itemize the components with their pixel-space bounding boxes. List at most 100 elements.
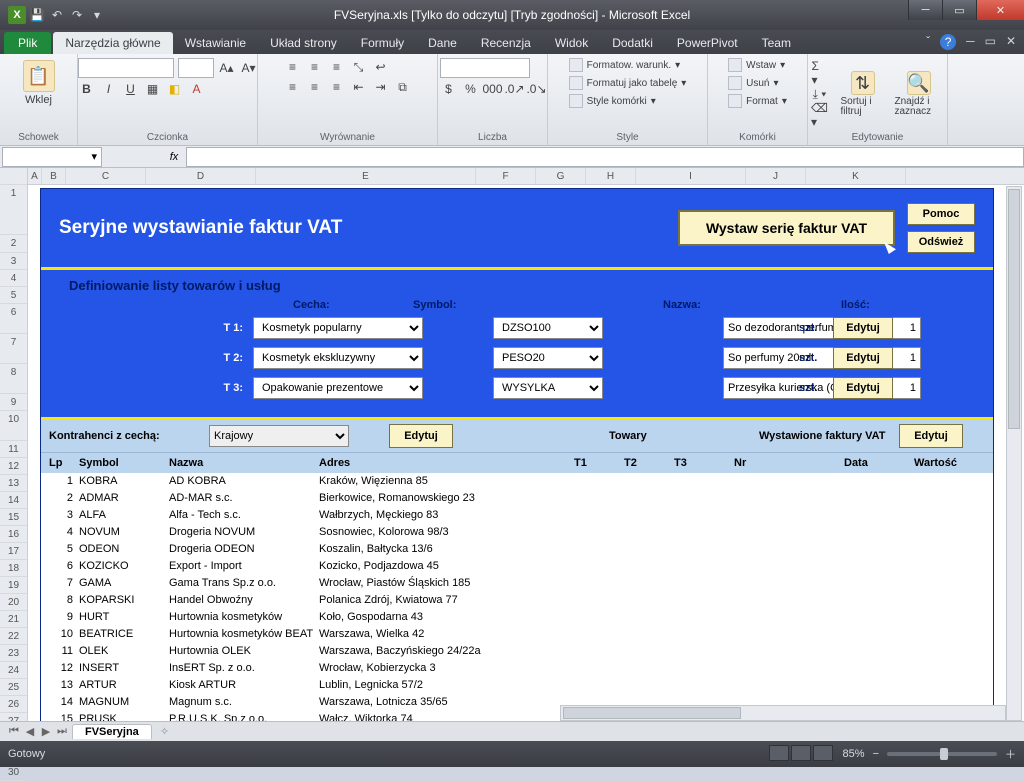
vertical-scrollbar[interactable] [1006, 186, 1022, 721]
t2-cecha-select[interactable]: Kosmetyk ekskluzywny [253, 347, 423, 369]
refresh-button[interactable]: Odśwież [907, 231, 975, 253]
help-icon[interactable]: ? [940, 34, 956, 50]
sort-filter-button[interactable]: ⇅Sortuj i filtruj [839, 69, 887, 119]
table-row[interactable]: 10BEATRICEHurtownia kosmetyków BEATWarsz… [41, 626, 993, 643]
t1-symbol-select[interactable]: DZSO100 [493, 317, 603, 339]
merge-icon[interactable]: ⧉ [394, 78, 412, 96]
table-row[interactable]: 7GAMAGama Trans Sp.z o.o.Wrocław, Piastó… [41, 575, 993, 592]
tab-home[interactable]: Narzędzia główne [53, 32, 172, 54]
qat-undo-icon[interactable]: ↶ [48, 6, 66, 24]
name-box[interactable]: ▾ [2, 147, 102, 167]
table-row[interactable]: 8KOPARSKIHandel ObwoźnyPolanica Zdrój, K… [41, 592, 993, 609]
find-select-button[interactable]: 🔍Znajdź i zaznacz [893, 69, 945, 119]
increase-indent-icon[interactable]: ⇥ [372, 78, 390, 96]
align-center-icon[interactable]: ≡ [306, 78, 324, 96]
table-row[interactable]: 5ODEONDrogeria ODEONKoszalin, Bałtycka 1… [41, 541, 993, 558]
table-row[interactable]: 11OLEKHurtownia OLEKWarszawa, Baczyńskie… [41, 643, 993, 660]
close-button[interactable]: ✕ [976, 0, 1024, 20]
autosum-icon[interactable]: Σ ▾ [811, 64, 829, 82]
align-middle-icon[interactable]: ≡ [306, 58, 324, 76]
tab-view[interactable]: Widok [543, 32, 600, 54]
italic-icon[interactable]: I [100, 80, 118, 98]
formula-input[interactable] [186, 147, 1024, 167]
decrease-indent-icon[interactable]: ⇤ [350, 78, 368, 96]
zoom-in-icon[interactable]: ＋ [1005, 746, 1016, 762]
new-sheet-icon[interactable]: ✧ [154, 725, 175, 738]
tab-data[interactable]: Dane [416, 32, 469, 54]
tab-formulas[interactable]: Formuły [349, 32, 416, 54]
zoom-slider[interactable] [887, 752, 997, 756]
table-row[interactable]: 9HURTHurtownia kosmetykówKoło, Gospodarn… [41, 609, 993, 626]
tab-page-layout[interactable]: Układ strony [258, 32, 349, 54]
conditional-formatting-button[interactable]: Formatow. warunk. ▾ [569, 58, 687, 72]
qat-customize-icon[interactable]: ▾ [88, 6, 106, 24]
percent-icon[interactable]: % [462, 80, 480, 98]
tab-addins[interactable]: Dodatki [600, 32, 665, 54]
view-buttons[interactable] [769, 745, 835, 764]
workbook-close-icon[interactable]: ✕ [1006, 34, 1016, 50]
font-combo[interactable] [78, 58, 174, 78]
fill-color-icon[interactable]: ◧ [166, 80, 184, 98]
help-button[interactable]: Pomoc [907, 203, 975, 225]
align-bottom-icon[interactable]: ≡ [328, 58, 346, 76]
paste-button[interactable]: 📋Wklej [19, 58, 59, 108]
t1-edit-button[interactable]: Edytuj [833, 317, 893, 339]
underline-icon[interactable]: U [122, 80, 140, 98]
horizontal-scrollbar[interactable] [560, 705, 1006, 721]
cells-format-button[interactable]: Format ▾ [728, 94, 787, 108]
kontrahenci-select[interactable]: Krajowy [209, 425, 349, 447]
decrease-decimal-icon[interactable]: .0↘ [528, 80, 546, 98]
wrap-text-icon[interactable]: ↩ [372, 58, 390, 76]
tab-review[interactable]: Recenzja [469, 32, 543, 54]
t1-cecha-select[interactable]: Kosmetyk popularny [253, 317, 423, 339]
t2-symbol-select[interactable]: PESO20 [493, 347, 603, 369]
maximize-button[interactable]: ▭ [942, 0, 976, 20]
qat-redo-icon[interactable]: ↷ [68, 6, 86, 24]
qat-save-icon[interactable]: 💾 [28, 6, 46, 24]
clear-icon[interactable]: ⌫ ▾ [811, 106, 829, 124]
font-color-icon[interactable]: A [188, 80, 206, 98]
workbook-restore-icon[interactable]: ▭ [985, 34, 996, 50]
shrink-font-icon[interactable]: A▾ [240, 59, 258, 77]
row-headers[interactable]: 1234567891011121314151617181920212223242… [0, 168, 28, 741]
tab-team[interactable]: Team [750, 32, 803, 54]
table-row[interactable]: 6KOZICKOExport - ImportKozicko, Podjazdo… [41, 558, 993, 575]
table-row[interactable]: 4NOVUMDrogeria NOVUMSosnowiec, Kolorowa … [41, 524, 993, 541]
zoom-level[interactable]: 85% [843, 748, 865, 760]
align-left-icon[interactable]: ≡ [284, 78, 302, 96]
t3-edit-button[interactable]: Edytuj [833, 377, 893, 399]
table-row[interactable]: 13ARTURKiosk ARTURLublin, Legnicka 57/2 [41, 677, 993, 694]
t3-cecha-select[interactable]: Opakowanie prezentowe [253, 377, 423, 399]
tab-insert[interactable]: Wstawianie [173, 32, 258, 54]
table-row[interactable]: 3ALFAAlfa - Tech s.c.Wałbrzych, Męckiego… [41, 507, 993, 524]
ribbon-minimize-icon[interactable]: ˇ [926, 34, 930, 50]
tab-nav-last-icon[interactable]: ⏭ [54, 725, 70, 738]
faktury-edit-button[interactable]: Edytuj [899, 424, 963, 448]
align-right-icon[interactable]: ≡ [328, 78, 346, 96]
t2-edit-button[interactable]: Edytuj [833, 347, 893, 369]
comma-icon[interactable]: 000 [484, 80, 502, 98]
border-icon[interactable]: ▦ [144, 80, 162, 98]
grow-font-icon[interactable]: A▴ [218, 59, 236, 77]
bold-icon[interactable]: B [78, 80, 96, 98]
tab-nav-prev-icon[interactable]: ◀ [22, 725, 38, 738]
table-row[interactable]: 12INSERTInsERT Sp. z o.o.Wrocław, Kobier… [41, 660, 993, 677]
minimize-button[interactable]: ─ [908, 0, 942, 20]
cells-delete-button[interactable]: Usuń ▾ [728, 76, 787, 90]
cells-insert-button[interactable]: Wstaw ▾ [728, 58, 787, 72]
chevron-down-icon[interactable]: ▾ [91, 150, 97, 163]
issue-series-button[interactable]: Wystaw serię faktur VAT [678, 210, 895, 246]
tab-nav-first-icon[interactable]: ⏮ [6, 725, 22, 738]
tab-nav-next-icon[interactable]: ▶ [38, 725, 54, 738]
increase-decimal-icon[interactable]: .0↗ [506, 80, 524, 98]
table-row[interactable]: 2ADMARAD-MAR s.c.Bierkowice, Romanowskie… [41, 490, 993, 507]
sheet-tab-active[interactable]: FVSeryjna [72, 724, 152, 739]
file-tab[interactable]: Plik [4, 32, 51, 54]
font-size-combo[interactable] [178, 58, 214, 78]
format-as-table-button[interactable]: Formatuj jako tabelę ▾ [569, 76, 687, 90]
tab-powerpivot[interactable]: PowerPivot [665, 32, 750, 54]
align-top-icon[interactable]: ≡ [284, 58, 302, 76]
orientation-icon[interactable]: ⤡ [350, 58, 368, 76]
cell-styles-button[interactable]: Style komórki ▾ [569, 94, 687, 108]
currency-icon[interactable]: $ [440, 80, 458, 98]
